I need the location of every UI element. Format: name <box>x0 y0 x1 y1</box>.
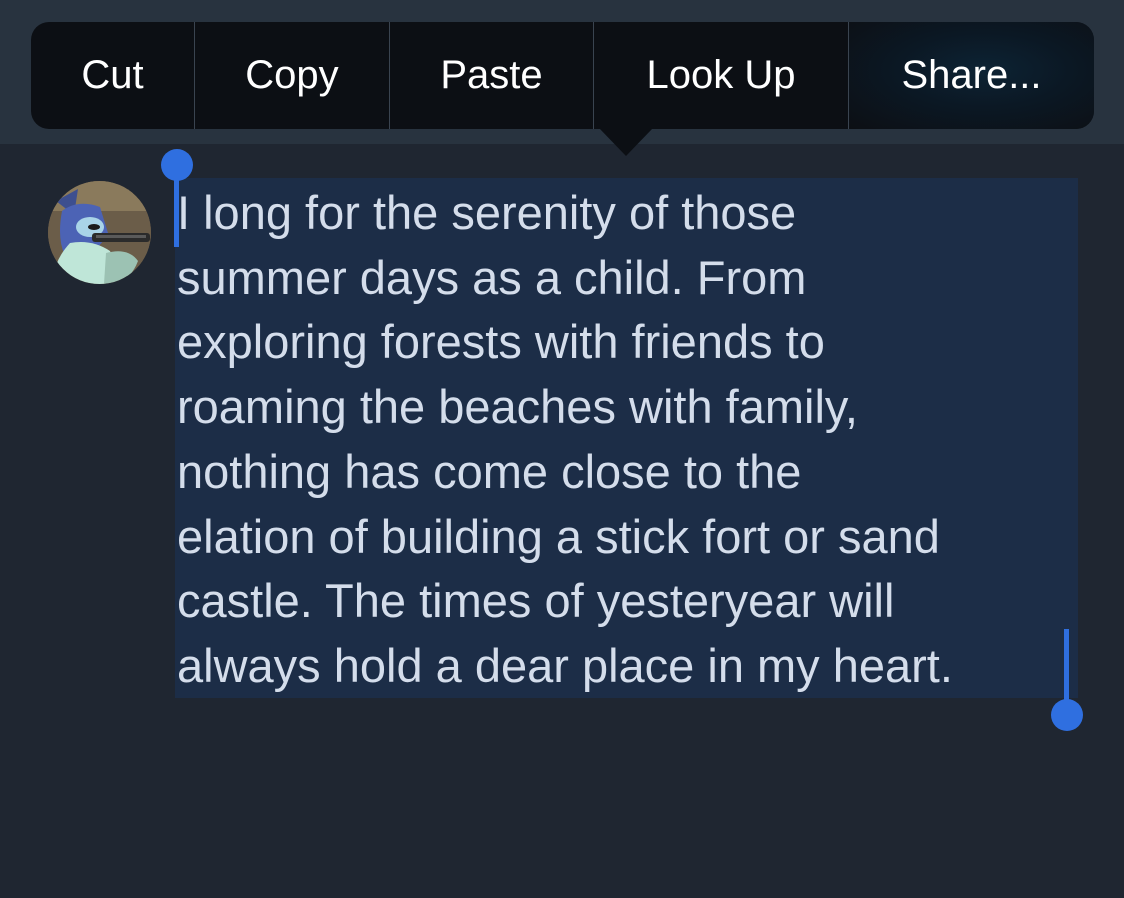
tweet-text[interactable]: I long for the serenity of those summer … <box>177 181 1107 699</box>
tweet-text-line: always hold a dear place in my heart. <box>177 638 953 692</box>
tweet-text-line: exploring forests with friends to <box>177 315 825 369</box>
share-button[interactable]: Share... <box>848 22 1094 129</box>
selection-end-handle[interactable] <box>1051 699 1083 731</box>
tweet-text-line: nothing has come close to the <box>177 444 802 498</box>
cut-button[interactable]: Cut <box>31 22 194 129</box>
tweet-text-line: summer days as a child. From <box>177 250 807 304</box>
look-up-button[interactable]: Look Up <box>593 22 848 129</box>
paste-button[interactable]: Paste <box>389 22 593 129</box>
menu-pointer-arrow <box>599 128 653 156</box>
edit-context-menu: Cut Copy Paste Look Up Share... <box>31 22 1094 129</box>
tweet-text-line: I long for the serenity of those <box>177 186 797 239</box>
tweet-text-line: castle. The times of yesteryear will <box>177 574 895 628</box>
avatar-cartoon-bird-icon <box>48 181 151 284</box>
selection-start-caret[interactable] <box>174 170 179 247</box>
copy-button[interactable]: Copy <box>194 22 389 129</box>
tweet-text-line: elation of building a stick fort or sand <box>177 509 940 563</box>
tweet-text-line: roaming the beaches with family, <box>177 380 858 434</box>
avatar[interactable] <box>48 181 151 284</box>
